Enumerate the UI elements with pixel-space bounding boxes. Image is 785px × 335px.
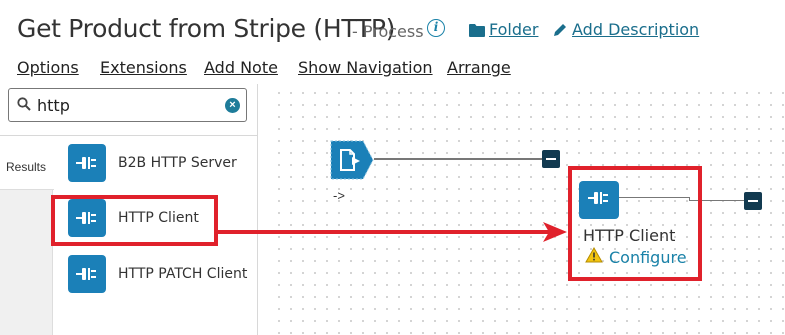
menu-arrange[interactable]: Arrange: [447, 58, 511, 77]
remove-path-button[interactable]: [744, 192, 762, 210]
tab-results[interactable]: Results: [0, 136, 54, 190]
menu-show-navigation[interactable]: Show Navigation: [298, 58, 433, 77]
folder-icon: [469, 23, 485, 37]
connector-plug-icon: [68, 144, 106, 182]
page-subtitle: - Process: [352, 22, 424, 41]
add-description-link[interactable]: Add Description: [553, 20, 699, 39]
process-canvas[interactable]: [270, 84, 785, 335]
pencil-icon: [553, 22, 568, 37]
start-arrow-label: ->: [333, 188, 345, 203]
highlight-box-target: [568, 166, 702, 281]
header: Get Product from Stripe (HTTP) - Process…: [0, 0, 785, 84]
folder-link-label[interactable]: Folder: [489, 20, 538, 39]
search-input[interactable]: [37, 94, 217, 116]
page-title: Get Product from Stripe (HTTP): [17, 14, 396, 43]
result-label: B2B HTTP Server: [118, 155, 237, 171]
info-icon[interactable]: i: [427, 19, 445, 37]
panel-tabs: Results: [0, 136, 54, 335]
result-label: HTTP PATCH Client: [118, 266, 248, 282]
menu-options[interactable]: Options: [17, 58, 79, 77]
search-icon: [17, 97, 31, 116]
menu-extensions[interactable]: Extensions: [100, 58, 187, 77]
search-box[interactable]: ×: [8, 88, 247, 122]
result-item-b2b-http-server[interactable]: B2B HTTP Server: [68, 144, 237, 182]
remove-path-button[interactable]: [542, 150, 560, 168]
highlight-arrow-line: [218, 230, 550, 234]
result-item-http-patch-client[interactable]: HTTP PATCH Client: [68, 255, 247, 293]
connector-plug-icon: [68, 255, 106, 293]
connector-line: [374, 158, 542, 160]
menu-add-note[interactable]: Add Note: [204, 58, 278, 77]
folder-link[interactable]: Folder: [469, 20, 538, 39]
highlight-arrow-head: [543, 222, 567, 242]
clear-search-icon[interactable]: ×: [225, 98, 240, 113]
start-shape[interactable]: [330, 140, 374, 180]
highlight-box-source: [51, 195, 218, 246]
add-description-label[interactable]: Add Description: [572, 20, 699, 39]
